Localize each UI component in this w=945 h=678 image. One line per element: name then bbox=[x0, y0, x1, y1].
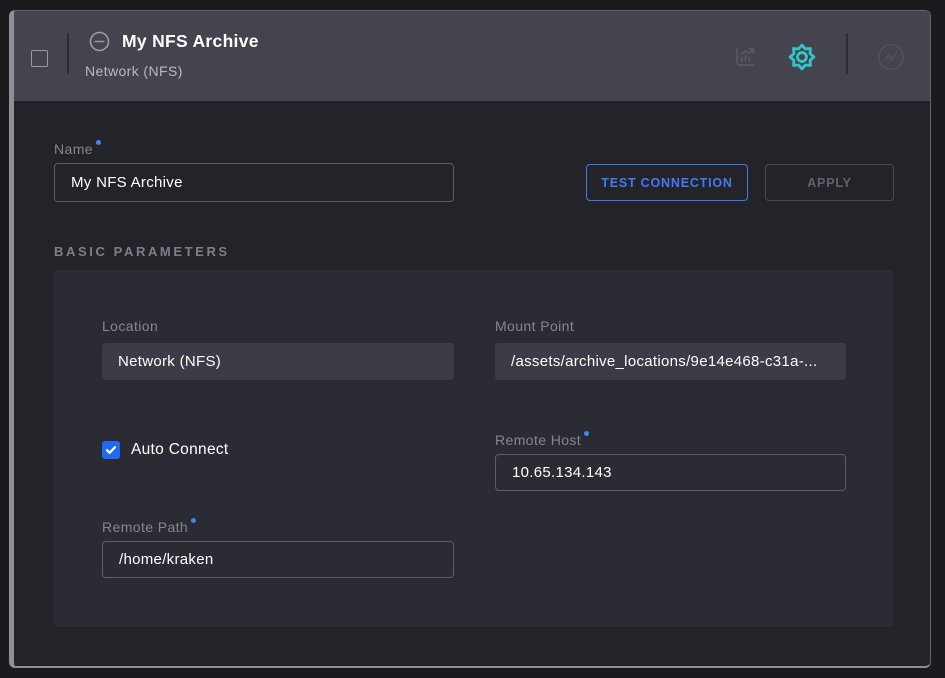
header-divider bbox=[67, 33, 69, 74]
archive-title: My NFS Archive bbox=[122, 31, 259, 52]
mount-point-value: /assets/archive_locations/9e14e468-c31a-… bbox=[495, 343, 846, 380]
collapse-minus-icon[interactable] bbox=[89, 31, 110, 52]
card-header: My NFS Archive Network (NFS) bbox=[14, 11, 930, 101]
auto-connect-toggle[interactable]: Auto Connect bbox=[102, 441, 229, 459]
gear-icon[interactable] bbox=[787, 42, 817, 72]
chart-icon[interactable] bbox=[732, 44, 758, 70]
remote-host-input[interactable] bbox=[495, 454, 846, 491]
basic-parameters-panel: Location Network (NFS) Mount Point /asse… bbox=[54, 270, 894, 627]
name-input[interactable] bbox=[54, 163, 454, 202]
header-divider bbox=[846, 33, 848, 74]
test-connection-button[interactable]: TEST CONNECTION bbox=[586, 164, 748, 201]
mount-point-label: Mount Point bbox=[495, 318, 574, 334]
archive-card: My NFS Archive Network (NFS) bbox=[9, 10, 931, 668]
name-label: Name bbox=[54, 140, 101, 157]
basic-parameters-heading: BASIC PARAMETERS bbox=[54, 244, 230, 259]
location-label: Location bbox=[102, 318, 158, 334]
apply-button[interactable]: APPLY bbox=[765, 164, 894, 201]
location-value: Network (NFS) bbox=[102, 343, 454, 380]
auto-connect-label: Auto Connect bbox=[131, 441, 229, 459]
remote-path-input[interactable] bbox=[102, 541, 454, 578]
check-icon bbox=[105, 444, 117, 456]
remote-host-label: Remote Host bbox=[495, 431, 589, 448]
archive-subtitle: Network (NFS) bbox=[85, 63, 183, 79]
auto-connect-checkbox[interactable] bbox=[102, 441, 120, 459]
select-checkbox[interactable] bbox=[31, 50, 48, 67]
screen: My NFS Archive Network (NFS) bbox=[0, 0, 945, 678]
activity-icon[interactable] bbox=[877, 43, 905, 71]
remote-path-label: Remote Path bbox=[102, 518, 196, 535]
